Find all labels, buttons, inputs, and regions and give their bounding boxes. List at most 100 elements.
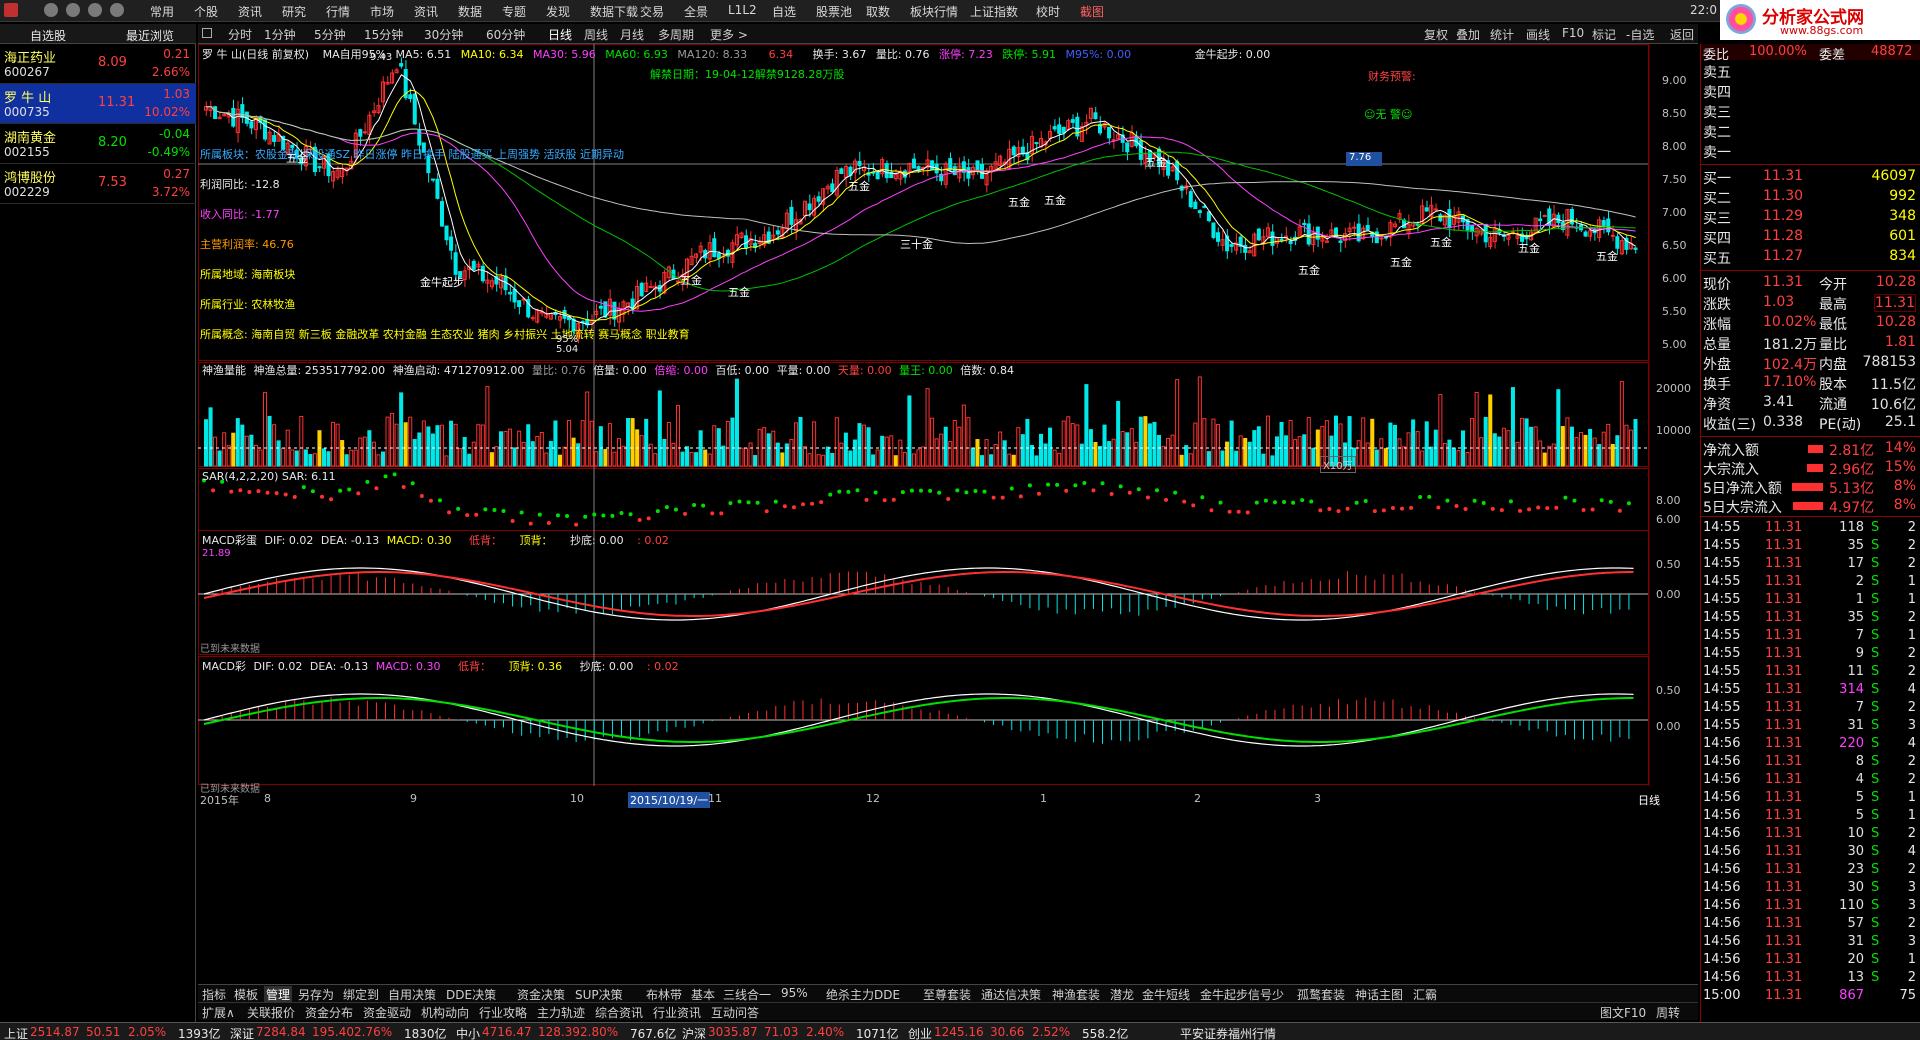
indicator-tab-4[interactable]: 绑定到 [341,986,381,1003]
menu-item-12[interactable]: 全景 [684,3,708,20]
watchlist-row[interactable]: 鸿博股份 002229 7.53 0.27 3.72% [0,164,196,204]
indicator-tab-14[interactable]: 至尊套装 [921,986,973,1003]
menu-item-10[interactable]: 数据下载 [590,3,638,20]
window-control-icon[interactable] [66,3,80,17]
macd2-title[interactable]: MACD彩 [202,660,246,673]
indicator-tab-0[interactable]: 指标 [200,986,228,1003]
index-name[interactable]: 深证 [230,1025,254,1040]
info-tab-5[interactable]: 行业攻略 [477,1004,529,1021]
period-6[interactable]: 日线 [548,26,572,43]
menu-item-19[interactable]: 校时 [1036,3,1060,20]
period-3[interactable]: 15分钟 [364,26,403,43]
period-1[interactable]: 1分钟 [264,26,296,43]
menu-item-4[interactable]: 行情 [326,3,350,20]
period-5[interactable]: 60分钟 [486,26,525,43]
info-tab-2[interactable]: 资金分布 [303,1004,355,1021]
menu-item-0[interactable]: 常用 [150,3,174,20]
toolbar-0[interactable]: 复权 [1424,26,1448,43]
period-9[interactable]: 多周期 [658,26,694,43]
window-control-icon[interactable] [88,3,102,17]
period-2[interactable]: 5分钟 [314,26,346,43]
period-10[interactable]: 更多 > [710,26,748,43]
toolbar-5[interactable]: 标记 [1592,26,1616,43]
toolbar-6[interactable]: -自选 [1626,26,1654,43]
indicator-tab-21[interactable]: 神话主图 [1353,986,1405,1003]
watchlist-row[interactable]: 海正药业 600267 8.09 0.21 2.66% [0,44,196,84]
menu-item-5[interactable]: 市场 [370,3,394,20]
menu-item-15[interactable]: 股票池 [816,3,852,20]
f10-tab[interactable]: 图文F10 [1598,1004,1648,1021]
indicator-tab-12[interactable]: 95% [779,986,810,1000]
index-name[interactable]: 中小 [456,1025,480,1040]
menu-item-13[interactable]: L1L2 [728,3,757,17]
window-control-icon[interactable] [44,3,58,17]
indicator-tab-15[interactable]: 通达信决策 [979,986,1043,1003]
layout-icon[interactable] [202,28,212,38]
menu-item-8[interactable]: 专题 [502,3,526,20]
menu-item-17[interactable]: 板块行情 [910,3,958,20]
menu-item-9[interactable]: 发现 [546,3,570,20]
menu-item-3[interactable]: 研究 [282,3,306,20]
info-tab-4[interactable]: 机构动向 [419,1004,471,1021]
indicator-tab-16[interactable]: 神渔套装 [1050,986,1102,1003]
volume-title[interactable]: 神渔量能 [202,364,246,377]
info-tab-7[interactable]: 综合资讯 [593,1004,645,1021]
watchlist-row[interactable]: 罗 牛 山 000735 11.31 1.03 10.02% [0,84,196,124]
menu-item-7[interactable]: 数据 [458,3,482,20]
indicator-tab-6[interactable]: DDE决策 [444,986,498,1003]
menu-item-14[interactable]: 自选 [772,3,796,20]
index-name[interactable]: 上证 [4,1025,28,1040]
info-tab-0[interactable]: 扩展∧ [200,1004,237,1021]
macd1-title[interactable]: MACD彩蛋 [202,534,257,547]
indicator-tab-20[interactable]: 孤鹜套装 [1295,986,1347,1003]
period-0[interactable]: 分时 [228,26,252,43]
indicator-tab-9[interactable]: 布林带 [644,986,684,1003]
indicator-tab-11[interactable]: 三线合一 [721,986,773,1003]
info-tab-3[interactable]: 资金驱动 [361,1004,413,1021]
menu-item-1[interactable]: 个股 [194,3,218,20]
tab-recent[interactable]: 最近浏览 [126,27,174,44]
sar-title[interactable]: SAR(4,2,2,20) SAR: 6.11 [202,470,336,483]
menu-item-11[interactable]: 交易 [640,3,664,20]
info-tab-1[interactable]: 关联报价 [245,1004,297,1021]
tab-self-selected[interactable]: 自选股 [30,27,66,44]
menu-item-6[interactable]: 资讯 [414,3,438,20]
chart-canvas[interactable] [198,44,1698,980]
indicator-tab-3[interactable]: 另存为 [296,986,336,1003]
indicator-tab-17[interactable]: 潜龙 [1108,986,1136,1003]
window-control-icon[interactable] [110,3,124,17]
watchlist-row[interactable]: 湖南黄金 002155 8.20 -0.04 -0.49% [0,124,196,164]
menu-item-20[interactable]: 截图 [1080,3,1104,20]
indicator-tab-2[interactable]: 管理 [264,986,293,1003]
turnover-tab[interactable]: 周转 [1654,1004,1682,1021]
indicator-tab-1[interactable]: 模板 [232,986,260,1003]
info-tab-6[interactable]: 主力轨迹 [535,1004,587,1021]
period-4[interactable]: 30分钟 [424,26,463,43]
info-tab-8[interactable]: 行业资讯 [651,1004,703,1021]
indicator-tab-22[interactable]: 汇霸 [1411,986,1439,1003]
index-name[interactable]: 沪深 [682,1025,706,1040]
info-tab-9[interactable]: 互动问答 [709,1004,761,1021]
app-icon[interactable] [4,3,18,17]
menu-item-18[interactable]: 上证指数 [970,3,1018,20]
toolbar-1[interactable]: 叠加 [1456,26,1480,43]
menu-item-2[interactable]: 资讯 [238,3,262,20]
indicator-tab-19[interactable]: 金牛起步信号少 [1198,986,1286,1003]
indicator-tab-13[interactable]: 绝杀主力DDE [824,986,902,1003]
toolbar-3[interactable]: 画线 [1526,26,1550,43]
flow-value: 2.96亿 [1829,462,1875,478]
indicator-tab-5[interactable]: 自用决策 [386,986,438,1003]
index-name[interactable]: 创业 [908,1025,932,1040]
toolbar-2[interactable]: 统计 [1490,26,1514,43]
kline-chart[interactable]: 罗 牛 山(日线 前复权) MA自用95% MA5: 6.51 MA10: 6.… [198,44,1698,980]
indicator-tab-10[interactable]: 基本 [689,986,717,1003]
menu-item-16[interactable]: 取数 [866,3,890,20]
indicator-tab-7[interactable]: 资金决策 [515,986,567,1003]
indicator-tab-8[interactable]: SUP决策 [573,986,625,1003]
indicator-tab-18[interactable]: 金牛短线 [1140,986,1192,1003]
period-indicator[interactable]: 日线 [1638,792,1660,808]
period-8[interactable]: 月线 [620,26,644,43]
toolbar-7[interactable]: 返回 [1670,26,1694,43]
toolbar-4[interactable]: F10 [1562,26,1584,40]
period-7[interactable]: 周线 [584,26,608,43]
